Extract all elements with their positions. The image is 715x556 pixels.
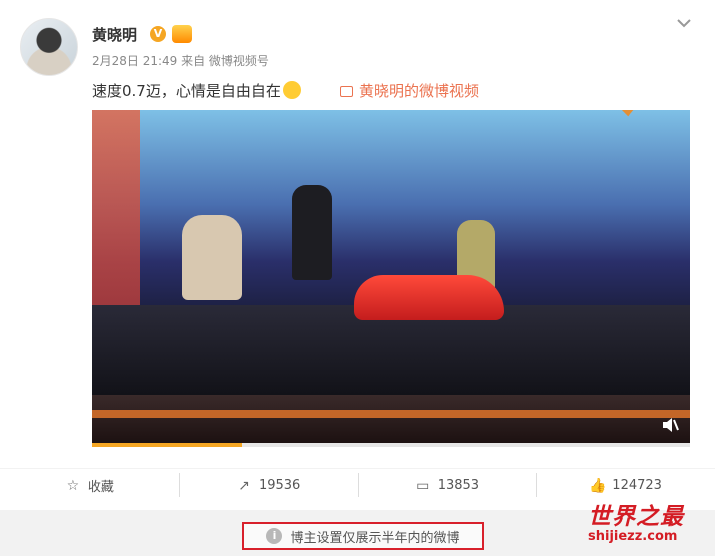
avatar[interactable] [20,18,78,76]
member-crown-icon [172,25,192,43]
like-count: 124723 [612,478,662,493]
stage-stripe [92,410,690,418]
favorite-label: 收藏 [87,480,114,495]
notice-text: 博主设置仅展示半年内的微博 [290,530,460,546]
video-source-label: 黄晓明的微博视频 [359,82,480,100]
post-meta[interactable]: 2月28日 21:49 来自 微博视频号 [92,52,269,69]
video-progress-fill [92,443,242,447]
mute-icon[interactable] [660,415,680,435]
comment-count: 13853 [437,478,480,493]
watermark-url: shijiezz.com [588,529,678,544]
stage-floor [92,395,690,447]
performer-figure [182,215,242,300]
share-icon: ↗ [238,477,250,494]
star-icon: ☆ [66,477,80,494]
notice-box: i 博主设置仅展示半年内的微博 [242,522,484,550]
watermark-title: 世界之最 [588,504,684,530]
info-icon: i [266,528,283,544]
weibo-post-card: 黄晓明 V 2月28日 21:49 来自 微博视频号 速度0.7迈，心情是自由自… [0,0,715,510]
repost-count: 19536 [258,478,301,493]
video-progress-bar[interactable] [92,443,690,447]
video-player[interactable] [92,110,690,447]
thumbs-up-icon: 👍 [589,477,607,494]
post-text-body: 速度0.7迈，心情是自由自在 [92,82,281,100]
author-name[interactable]: 黄晓明 [92,24,137,45]
video-source-link[interactable]: 黄晓明的微博视频 [340,80,479,101]
red-toy-car [354,275,504,320]
host-figure [292,185,332,280]
chevron-down-icon[interactable] [675,14,695,34]
laughing-emoji-icon [282,81,301,99]
watermark: 世界之最 shijiezz.com [588,497,712,555]
video-play-icon [340,86,353,97]
favorite-button[interactable]: ☆ 收藏 [0,469,179,502]
comment-button[interactable]: ▭ 13853 [357,469,537,502]
verified-badge-icon: V [150,26,166,42]
comment-icon: ▭ [416,477,430,494]
post-text: 速度0.7迈，心情是自由自在 [92,80,301,101]
repost-button[interactable]: ↗ 19536 [178,469,358,502]
